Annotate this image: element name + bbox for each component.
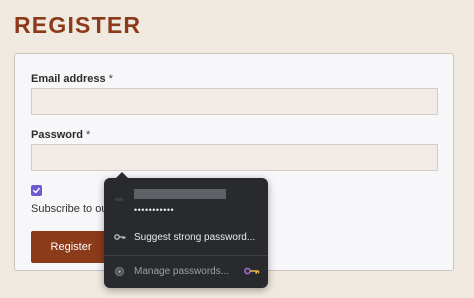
email-label-text: Email address — [31, 73, 106, 85]
saved-password-suggestion[interactable]: ••••••••••• — [104, 178, 268, 220]
password-field[interactable] — [31, 144, 438, 171]
suggest-strong-password-item[interactable]: Suggest strong password... — [104, 228, 268, 248]
key-icon — [114, 234, 126, 240]
username-redacted — [134, 189, 226, 199]
saved-credential-icon — [115, 198, 123, 201]
password-manager-key-icon — [244, 267, 260, 275]
password-autofill-popup: ••••••••••• Suggest strong password... M… — [104, 172, 268, 288]
email-required-mark: * — [108, 73, 113, 85]
manage-passwords-label: Manage passwords... — [134, 266, 230, 277]
email-field[interactable] — [31, 88, 438, 115]
password-label: Password * — [31, 129, 90, 141]
manage-passwords-item[interactable]: Manage passwords... — [104, 262, 268, 282]
register-button[interactable]: Register — [31, 231, 111, 263]
saved-password-mask: ••••••••••• — [134, 205, 175, 215]
subscribe-label: Subscribe to our — [31, 203, 112, 215]
page-title: REGISTER — [14, 12, 142, 38]
chrome-logo-icon — [114, 266, 125, 277]
password-label-text: Password — [31, 129, 83, 141]
password-required-mark: * — [85, 129, 91, 141]
popup-divider — [104, 255, 268, 256]
checkmark-icon — [33, 187, 40, 194]
email-label: Email address * — [31, 73, 113, 85]
suggest-strong-password-label: Suggest strong password... — [134, 232, 256, 243]
subscribe-checkbox[interactable] — [31, 185, 42, 196]
